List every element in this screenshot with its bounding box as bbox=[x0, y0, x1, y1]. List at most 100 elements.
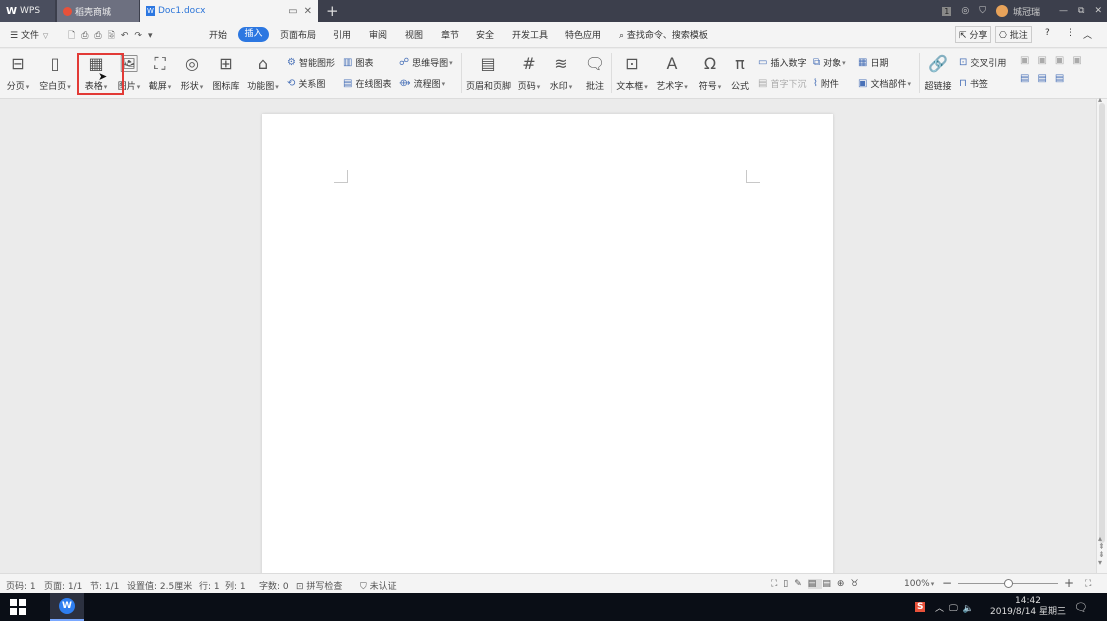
zoom-level[interactable]: 100%▾ bbox=[904, 579, 934, 589]
sogou-ime-icon[interactable]: S bbox=[915, 593, 926, 621]
new-tab-button[interactable]: + bbox=[326, 0, 339, 22]
shirt-icon[interactable]: ⛉ bbox=[979, 6, 986, 16]
quick-access-icons[interactable]: 🗋⎙⎙🗟↶↷▾ bbox=[68, 28, 158, 44]
formula-button[interactable]: π 公式 bbox=[728, 54, 752, 92]
chart-button[interactable]: ▥ 图表 bbox=[343, 56, 373, 69]
close-window-icon[interactable]: ✕ bbox=[1094, 6, 1102, 16]
smart-shape-button[interactable]: ⚙ 智能图形 bbox=[287, 56, 335, 69]
header-footer-button[interactable]: ▤ 页眉和页脚 bbox=[466, 54, 511, 92]
tab-chapter[interactable]: 章节 bbox=[441, 28, 459, 41]
file-menu[interactable]: ☰ 文件 ▽ bbox=[10, 28, 48, 41]
clock[interactable]: 14:42 2019/8/14 星期三 bbox=[990, 593, 1066, 621]
art-text-button[interactable]: A 艺术字▾ bbox=[655, 54, 689, 92]
tab-view[interactable]: 视图 bbox=[405, 28, 423, 41]
document-page[interactable] bbox=[262, 114, 833, 584]
page-break-button[interactable]: ⊟ 分页▾ bbox=[6, 54, 30, 92]
pi-icon: π bbox=[735, 54, 745, 73]
search-placeholder: 查找命令、搜索模板 bbox=[626, 31, 708, 41]
tab-page-layout[interactable]: 页面布局 bbox=[280, 28, 316, 41]
avatar[interactable] bbox=[996, 5, 1008, 17]
insert-number-button[interactable]: ▭ 插入数字 bbox=[758, 56, 806, 69]
vertical-scrollbar[interactable]: ▴ ▴ ⇞ ⇟ ▾ bbox=[1096, 95, 1107, 573]
tab-doc1-label: Doc1.docx bbox=[158, 6, 206, 16]
status-page-code[interactable]: 页码: 1 bbox=[6, 579, 36, 592]
share-button[interactable]: ⇱ 分享 bbox=[955, 26, 992, 43]
view-mode-icons[interactable]: ⛶▯✎▤▤⊕♉ bbox=[771, 579, 864, 589]
scroll-thumb[interactable] bbox=[1099, 103, 1105, 543]
skin-icon[interactable]: ◎ bbox=[961, 6, 969, 16]
tab-daoke-store[interactable]: 稻壳商城 bbox=[57, 0, 139, 22]
help-icon[interactable]: ? bbox=[1045, 28, 1050, 38]
layout-icons-row2[interactable]: ▤▤▤ bbox=[1020, 73, 1072, 84]
taskbar-wps-app[interactable]: W bbox=[50, 593, 84, 621]
mindmap-button[interactable]: ☍ 思维导图 ▾ bbox=[399, 56, 453, 69]
notification-icon[interactable]: 🗨 bbox=[1074, 593, 1088, 621]
windows-start-icon[interactable] bbox=[10, 599, 26, 615]
status-words[interactable]: 字数: 0 bbox=[259, 579, 289, 592]
user-name[interactable]: 城冠瑞 bbox=[1013, 5, 1040, 18]
tab-review[interactable]: 审阅 bbox=[369, 28, 387, 41]
file-menu-label: 文件 bbox=[20, 31, 39, 41]
bookmark-button[interactable]: ⊓ 书签 bbox=[959, 77, 988, 90]
annotate-button[interactable]: ⎔ 批注 bbox=[995, 26, 1032, 43]
drop-cap-button[interactable]: ▤ 首字下沉 bbox=[758, 77, 806, 90]
zoom-slider-knob[interactable] bbox=[1003, 579, 1013, 588]
restore-icon[interactable]: ⧉ bbox=[1078, 6, 1084, 16]
status-col[interactable]: 列: 1 bbox=[225, 579, 246, 592]
page-nav-icons[interactable]: ▴ ⇞ ⇟ ▾ bbox=[1098, 535, 1105, 567]
symbol-button[interactable]: Ω 符号▾ bbox=[697, 54, 723, 92]
tab-developer[interactable]: 开发工具 bbox=[512, 28, 548, 41]
status-section[interactable]: 节: 1/1 bbox=[90, 579, 119, 592]
page-number-button[interactable]: # 页码▾ bbox=[516, 54, 542, 92]
title-bar: W WPS 稻壳商城 W Doc1.docx ▭ ✕ + 1 ◎ ⛉ 城冠瑞 —… bbox=[0, 0, 1107, 22]
shape-button[interactable]: ◎ 形状▾ bbox=[179, 54, 205, 92]
spell-check-button[interactable]: ⊡ 拼写检查 bbox=[296, 579, 342, 592]
collapse-ribbon-icon[interactable]: ︿ bbox=[1083, 28, 1092, 41]
watermark-button[interactable]: ≋ 水印▾ bbox=[548, 54, 574, 92]
cross-ref-icon: ⊡ bbox=[959, 57, 968, 68]
status-page[interactable]: 页面: 1/1 bbox=[44, 579, 82, 592]
cross-ref-button[interactable]: ⊡ 交叉引用 bbox=[959, 56, 1006, 69]
tray-icons[interactable]: ︿🖵🔈 bbox=[935, 593, 979, 621]
close-tab-icon[interactable]: ✕ bbox=[304, 6, 312, 17]
zoom-in-button[interactable]: + bbox=[1064, 576, 1074, 590]
status-row[interactable]: 行: 1 bbox=[199, 579, 220, 592]
command-search[interactable]: ⌕ 查找命令、搜索模板 bbox=[619, 28, 708, 41]
attachment-button[interactable]: ⌇ 附件 bbox=[813, 77, 839, 90]
date-label: 日期 bbox=[870, 59, 889, 69]
badge-icon[interactable]: 1 bbox=[942, 6, 952, 16]
fit-window-icon[interactable]: ⛶ bbox=[1085, 579, 1091, 589]
layout-icons-row1[interactable]: ▣▣▣▣ bbox=[1020, 55, 1090, 66]
function-chart-button[interactable]: ⌂ 功能图▾ bbox=[246, 54, 280, 92]
minimize-icon[interactable]: — bbox=[1059, 6, 1068, 16]
zoom-out-button[interactable]: − bbox=[942, 576, 952, 590]
textbox-button[interactable]: ⊡ 文本框▾ bbox=[615, 54, 649, 92]
comment-button[interactable]: 🗨 批注 bbox=[583, 54, 607, 92]
tab-daoke-label: 稻壳商城 bbox=[75, 7, 112, 18]
hyperlink-button[interactable]: 🔗 超链接 bbox=[923, 54, 953, 92]
zoom-slider[interactable] bbox=[958, 579, 1058, 588]
tab-security[interactable]: 安全 bbox=[476, 28, 494, 41]
spell-check-icon: ⊡ bbox=[296, 582, 304, 592]
tab-references[interactable]: 引用 bbox=[333, 28, 351, 41]
doc-parts-button[interactable]: ▣ 文档部件 ▾ bbox=[858, 77, 911, 90]
certification-label: 未认证 bbox=[369, 582, 397, 592]
mindmap-icon: ☍ bbox=[399, 57, 410, 68]
status-setting[interactable]: 设置值: 2.5厘米 bbox=[127, 579, 192, 592]
tab-pin-icon[interactable]: ▭ bbox=[288, 6, 297, 17]
object-button[interactable]: ⧉ 对象 ▾ bbox=[813, 56, 846, 69]
tab-start[interactable]: 开始 bbox=[209, 28, 227, 41]
flowchart-button[interactable]: ⟴ 流程图 ▾ bbox=[399, 77, 445, 90]
online-chart-button[interactable]: ▤ 在线图表 bbox=[343, 77, 391, 90]
certification-status[interactable]: ⛉ 未认证 bbox=[360, 579, 397, 592]
more-icon[interactable]: ⋮ bbox=[1066, 28, 1075, 38]
tab-wps-home[interactable]: W WPS bbox=[0, 0, 55, 22]
tab-doc1[interactable]: W Doc1.docx ▭ ✕ bbox=[140, 0, 318, 22]
screenshot-button[interactable]: ⛶ 截屏▾ bbox=[147, 54, 173, 92]
blank-page-button[interactable]: ▯ 空白页▾ bbox=[38, 54, 72, 92]
tab-features[interactable]: 特色应用 bbox=[565, 28, 601, 41]
tab-insert[interactable]: 插入 bbox=[238, 27, 269, 42]
relation-chart-button[interactable]: ⟲ 关系图 bbox=[287, 77, 325, 90]
icon-library-button[interactable]: ⊞ 图标库 bbox=[211, 54, 241, 92]
date-button[interactable]: ▦ 日期 bbox=[858, 56, 888, 69]
